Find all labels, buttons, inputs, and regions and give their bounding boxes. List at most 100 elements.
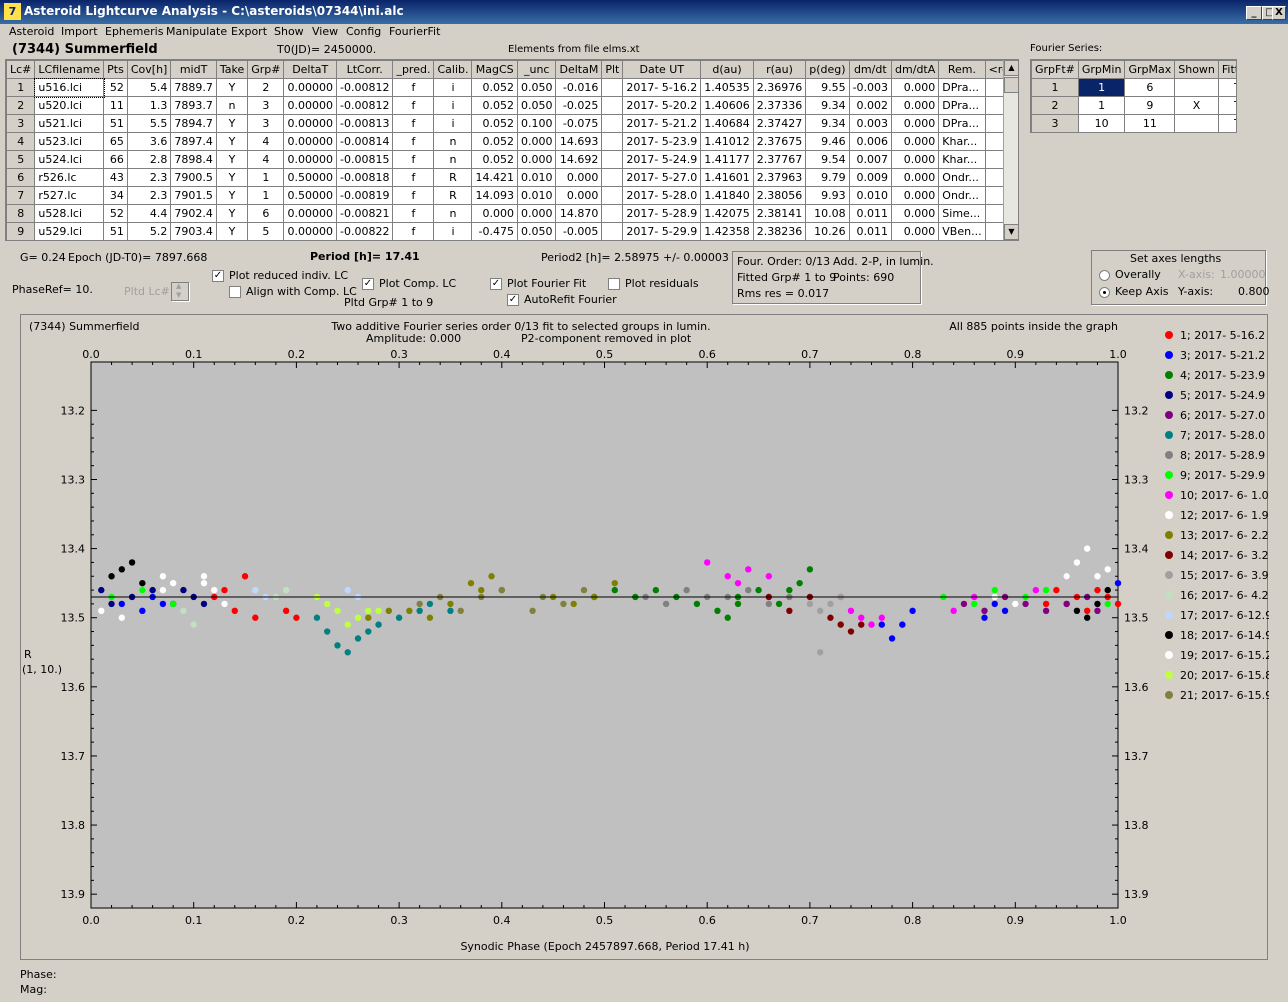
data-point[interactable] — [1094, 586, 1101, 594]
data-point[interactable] — [745, 566, 752, 573]
table-cell[interactable]: 14.421 — [471, 168, 518, 187]
data-point[interactable] — [806, 600, 814, 608]
table-cell[interactable]: f — [392, 222, 435, 240]
data-point[interactable] — [169, 579, 177, 587]
table-cell[interactable]: 0.007 — [848, 150, 893, 169]
menu-asteroid[interactable]: Asteroid — [9, 25, 54, 38]
data-point[interactable] — [231, 607, 238, 615]
data-point[interactable] — [878, 614, 885, 621]
table-cell[interactable]: Y — [215, 78, 249, 97]
row-number[interactable]: 6 — [6, 168, 36, 187]
spin-down-icon[interactable]: ▼ — [176, 291, 181, 299]
table-cell[interactable]: u528.lci — [34, 204, 105, 223]
table-cell[interactable]: -0.00812 — [335, 96, 394, 115]
data-point[interactable] — [1063, 573, 1070, 580]
column-header[interactable]: LtCorr. — [335, 60, 394, 79]
table-cell[interactable]: -0.003 — [848, 78, 893, 97]
table-cell[interactable]: DPra... — [938, 78, 986, 97]
table-cell[interactable]: 7898.4 — [170, 150, 217, 169]
column-header[interactable]: Calib. — [433, 60, 473, 79]
table-cell[interactable]: 0.00000 — [283, 150, 337, 169]
lightcurve-plot-panel[interactable]: 0.0 0.0 0.1 0.1 0.2 0.2 0.3 0.3 0.4 0.4 0.5 0.5 0.6 0… — [20, 314, 1269, 960]
table-cell[interactable]: 9.54 — [805, 150, 850, 169]
table-cell[interactable] — [601, 222, 624, 240]
data-point[interactable] — [858, 621, 865, 628]
table-cell[interactable] — [601, 78, 624, 97]
data-point[interactable] — [128, 559, 136, 566]
column-header[interactable]: _pred. — [392, 60, 435, 79]
table-cell[interactable]: -0.025 — [555, 96, 603, 115]
column-header[interactable]: Date UT — [622, 60, 702, 79]
data-point[interactable] — [878, 621, 885, 628]
pltd-grp-range[interactable]: Pltd Grp# 1 to 9 — [344, 296, 433, 309]
scroll-thumb[interactable] — [1004, 77, 1019, 93]
fourier-column-header[interactable]: GrpMax — [1124, 60, 1176, 79]
table-cell[interactable]: 34 — [103, 186, 128, 205]
row-number[interactable]: 8 — [6, 204, 36, 223]
column-header[interactable]: d(au) — [700, 60, 754, 79]
data-point[interactable] — [354, 635, 362, 642]
table-cell[interactable]: i — [433, 114, 473, 133]
table-cell[interactable]: -0.00821 — [335, 204, 394, 223]
spin-up-icon[interactable]: ▲ — [176, 282, 181, 290]
row-number[interactable]: 4 — [6, 132, 36, 151]
table-cell[interactable]: 0.00000 — [283, 96, 337, 115]
data-point[interactable] — [1022, 600, 1029, 608]
data-point[interactable] — [1083, 545, 1091, 552]
data-point[interactable] — [118, 600, 126, 608]
table-cell[interactable]: 51 — [103, 114, 128, 133]
table-cell[interactable]: DPra... — [938, 96, 986, 115]
table-cell[interactable]: 2.36976 — [752, 78, 807, 97]
plot-residuals-checkbox[interactable]: Plot residuals — [608, 277, 699, 290]
table-cell[interactable]: 2.38056 — [752, 186, 807, 205]
table-cell[interactable]: 0.50000 — [283, 186, 337, 205]
table-cell[interactable]: 6 — [247, 204, 285, 223]
close-button[interactable]: X — [1272, 6, 1286, 20]
table-cell[interactable]: 0.000 — [891, 186, 940, 205]
data-point[interactable] — [1063, 600, 1070, 608]
table-cell[interactable]: 0.052 — [471, 150, 518, 169]
table-row[interactable]: 6 r526.lc 43 2.3 7900.5 Y 1 0.50000 -0.00818 f R 14… — [6, 168, 1018, 187]
table-cell[interactable]: 0.100 — [516, 114, 557, 133]
data-point[interactable] — [827, 614, 834, 621]
data-point[interactable] — [334, 642, 341, 649]
minimize-button[interactable]: _ — [1246, 6, 1262, 20]
table-row[interactable]: 4 u523.lci 65 3.6 7897.4 Y 4 0.00000 -0.00814 f n 0… — [6, 132, 1018, 151]
data-point[interactable] — [1012, 600, 1019, 608]
fourier-row-number[interactable]: 3 — [1031, 114, 1079, 132]
data-point[interactable] — [169, 600, 177, 608]
data-point[interactable] — [837, 621, 844, 628]
table-cell[interactable]: 2 — [247, 78, 285, 97]
data-point[interactable] — [1073, 607, 1081, 615]
table-cell[interactable]: 52 — [103, 78, 128, 97]
y-axis-value[interactable]: 0.800 — [1238, 285, 1270, 298]
table-cell[interactable]: 1.40606 — [700, 96, 754, 115]
table-cell[interactable]: 11 — [103, 96, 128, 115]
data-point[interactable] — [816, 649, 824, 656]
data-point[interactable] — [354, 614, 362, 621]
table-row[interactable]: 3 u521.lci 51 5.5 7894.7 Y 3 0.00000 -0.00813 f i 0… — [6, 114, 1018, 133]
table-cell[interactable]: f — [392, 78, 435, 97]
table-cell[interactable]: Ondr... — [938, 168, 986, 187]
table-cell[interactable]: 0.050 — [516, 78, 557, 97]
table-cell[interactable]: f — [392, 150, 435, 169]
data-point[interactable] — [406, 607, 413, 615]
data-point[interactable] — [426, 600, 434, 608]
data-point[interactable] — [909, 607, 916, 615]
table-cell[interactable]: n — [433, 204, 473, 223]
data-point[interactable] — [611, 579, 618, 587]
fourier-column-header[interactable]: GrpFt# — [1031, 60, 1079, 79]
table-cell[interactable]: 7900.5 — [170, 168, 217, 187]
data-point[interactable] — [693, 600, 701, 608]
fourier-row-number[interactable]: 1 — [1031, 78, 1079, 97]
table-cell[interactable]: -0.00818 — [335, 168, 394, 187]
table-cell[interactable]: 2017- 5-27.0 — [622, 168, 702, 187]
data-point[interactable] — [488, 573, 495, 580]
scroll-up-icon[interactable]: ▲ — [1004, 60, 1019, 76]
table-cell[interactable]: 0.010 — [516, 168, 557, 187]
table-cell[interactable]: 14.093 — [471, 186, 518, 205]
table-cell[interactable]: 1.40684 — [700, 114, 754, 133]
menu-config[interactable]: Config — [346, 25, 381, 38]
table-cell[interactable]: 4.4 — [126, 204, 172, 223]
data-point[interactable] — [1042, 600, 1050, 608]
